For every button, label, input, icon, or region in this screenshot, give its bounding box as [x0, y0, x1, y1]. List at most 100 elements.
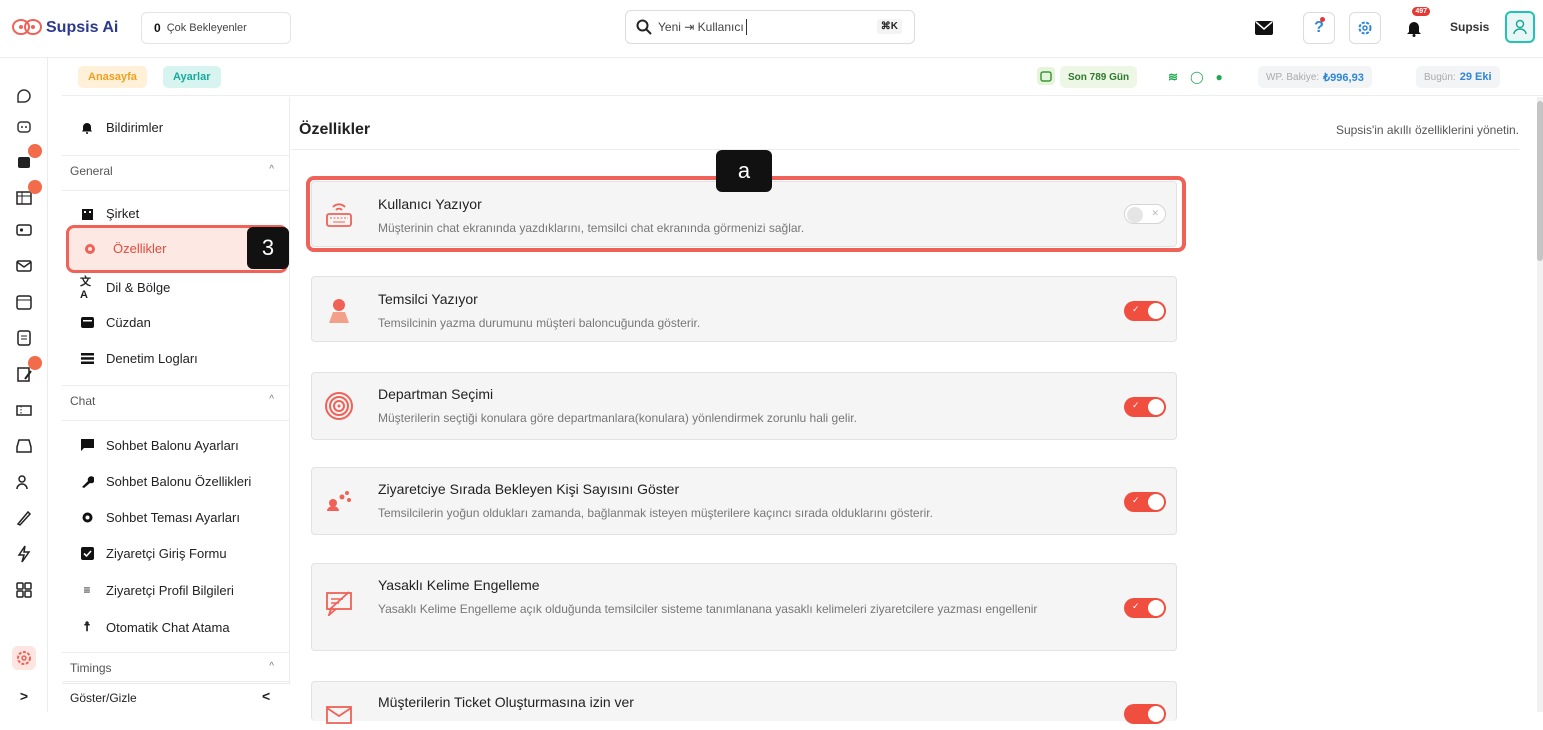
feature-toggle[interactable]: ✕ [1124, 204, 1166, 224]
balance-value: ₺996,93 [1323, 71, 1364, 84]
queue-icon [324, 486, 354, 516]
check-icon: ✓ [1132, 495, 1140, 505]
banned-words-icon [324, 588, 354, 618]
section-general[interactable]: General ^ [62, 155, 290, 191]
divider [291, 149, 1519, 150]
breadcrumb-home[interactable]: Anasayfa [78, 66, 147, 88]
chat-bubble-icon [17, 89, 31, 103]
scroll-thumb[interactable] [1537, 101, 1543, 261]
top-bar: Supsis Ai 0 Çok Bekleyenler Yeni ⇥ Kulla… [0, 0, 1543, 58]
submenu-bubble-features[interactable]: Sohbet Balonu Özellikleri [80, 470, 251, 492]
feature-toggle[interactable]: ✓ [1124, 492, 1166, 512]
feature-title: Yasaklı Kelime Engelleme [378, 577, 540, 593]
rail-calendar[interactable] [12, 290, 36, 314]
rail-bot[interactable] [12, 114, 36, 138]
mail-icon [1255, 21, 1273, 35]
rail-automation[interactable] [12, 542, 36, 566]
feature-description: Müşterinin chat ekranında yazdıklarını, … [378, 221, 805, 235]
submenu-auto-assign[interactable]: ☨ Otomatik Chat Atama [80, 616, 229, 638]
rail-tickets[interactable] [12, 398, 36, 422]
search-placeholder: Yeni ⇥ Kullanıcı [658, 20, 744, 34]
submenu-label: Özellikler [113, 241, 167, 256]
mail-button[interactable] [1248, 12, 1280, 44]
robot-icon [1037, 67, 1055, 90]
feature-card: Departman Seçimi Müşterilerin seçtiği ko… [311, 372, 1177, 440]
section-chat[interactable]: Chat ^ [62, 385, 290, 421]
annotation-badge-3: 3 [247, 227, 289, 269]
balance-chip: WP. Bakiye: ₺996,93 [1258, 66, 1372, 88]
logo-icon [12, 19, 42, 35]
feature-toggle[interactable]: ✓ [1124, 397, 1166, 417]
rail-mail[interactable] [12, 254, 36, 278]
rail-settings[interactable] [12, 646, 36, 670]
gear-icon [83, 242, 97, 256]
check-icon: ✓ [1132, 400, 1140, 410]
building-icon [80, 206, 94, 220]
scrollbar[interactable] [1537, 97, 1543, 712]
notes-icon [17, 330, 31, 346]
feature-toggle[interactable] [1124, 704, 1166, 724]
submenu-toggle[interactable]: Göster/Gizle < [62, 683, 290, 712]
user-name[interactable]: Supsis [1450, 20, 1489, 34]
settings-button[interactable] [1349, 12, 1381, 44]
submenu-theme[interactable]: Sohbet Teması Ayarları [80, 506, 240, 528]
rail-forms[interactable] [12, 356, 42, 386]
submenu-audit[interactable]: Denetim Logları [80, 347, 198, 369]
rail-inbox[interactable] [12, 434, 36, 458]
rail-notes[interactable] [12, 326, 36, 350]
help-button[interactable]: ? [1303, 12, 1335, 44]
main-content: Özellikler Supsis'in akıllı özelliklerin… [291, 97, 1543, 724]
avatar[interactable] [1505, 11, 1535, 43]
breadcrumb-settings[interactable]: Ayarlar [163, 66, 221, 88]
feature-toggle[interactable]: ✓ [1124, 301, 1166, 321]
rail-users[interactable] [12, 470, 36, 494]
rail-table[interactable] [12, 180, 42, 210]
rail-sign[interactable] [12, 506, 36, 530]
text-caret [745, 19, 747, 35]
rail-contacts[interactable] [12, 218, 36, 242]
feature-toggle[interactable]: ✓ [1124, 598, 1166, 618]
rail-team[interactable] [12, 144, 42, 174]
close-icon: ✕ [1151, 208, 1159, 218]
pending-counter[interactable]: 0 Çok Bekleyenler [141, 12, 291, 44]
submenu-language[interactable]: 文A Dil & Bölge [80, 276, 171, 301]
submenu-label: Dil & Bölge [106, 279, 171, 295]
wrench-icon [80, 474, 94, 488]
gear-icon [17, 651, 31, 665]
feature-description: Temsilcilerin yoğun oldukları zamanda, b… [378, 506, 933, 520]
submenu-entry-form[interactable]: Ziyaretçi Giriş Formu [80, 542, 227, 564]
search-shortcut: ⌘K [876, 19, 902, 34]
connection-icons: ≋ ◯ ● [1168, 70, 1223, 84]
notification-count: 497 [1412, 7, 1430, 16]
app-logo[interactable]: Supsis Ai [12, 14, 118, 42]
toggle-knob [1127, 207, 1143, 223]
section-label: Chat [70, 394, 96, 408]
feature-card: Temsilci Yazıyor Temsilcinin yazma durum… [311, 276, 1177, 342]
feature-description: Yasaklı Kelime Engelleme açık olduğunda … [378, 602, 1038, 616]
search-input[interactable]: Yeni ⇥ Kullanıcı ⌘K [625, 10, 915, 44]
person-icon: ☨ [83, 619, 91, 634]
section-timings[interactable]: Timings ^ [62, 652, 290, 682]
list-icon [80, 351, 94, 365]
notifications-button[interactable]: 497 [1398, 7, 1430, 44]
submenu-wallet[interactable]: Cüzdan [80, 311, 151, 333]
checkbox-icon [80, 546, 94, 560]
annotation-badge-a: a [716, 150, 772, 192]
user-avatar-icon [1513, 19, 1527, 35]
calendar-icon [16, 295, 32, 310]
rail-apps[interactable] [12, 578, 36, 602]
inbox-icon [16, 439, 32, 453]
submenu-bubble-settings[interactable]: Sohbet Balonu Ayarları [80, 434, 239, 456]
section-label: General [70, 164, 113, 178]
rail-expand[interactable]: > [12, 684, 36, 708]
bell-icon [80, 120, 94, 134]
today-value: 29 Eki [1459, 71, 1492, 83]
submenu-profile[interactable]: ≡ Ziyaretçi Profil Bilgileri [80, 579, 233, 601]
submenu-notifications[interactable]: Bildirimler [80, 116, 163, 138]
toggle-knob [1148, 600, 1164, 616]
submenu-company[interactable]: Şirket [80, 202, 139, 224]
users-icon [16, 475, 28, 490]
submenu-label: Sohbet Teması Ayarları [106, 509, 240, 525]
id-card-icon [16, 224, 32, 236]
rail-chat[interactable] [12, 84, 36, 108]
